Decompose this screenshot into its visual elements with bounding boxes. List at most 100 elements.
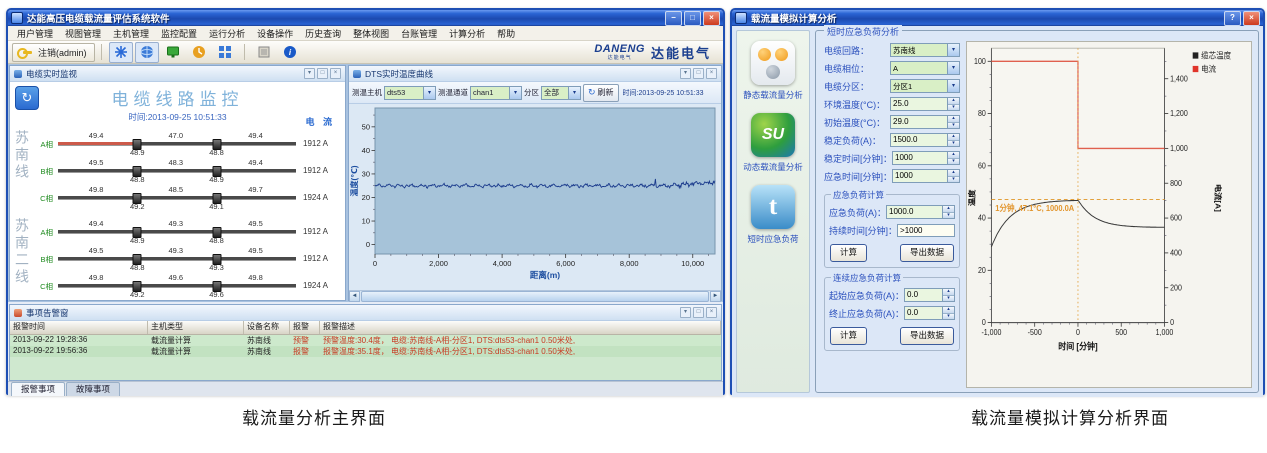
history-icon[interactable]: [187, 42, 211, 63]
globe-icon[interactable]: [135, 42, 159, 63]
alarm-row[interactable]: 2013-09-22 19:56:36载流量计算苏南线报警报警温度:35.1度，…: [10, 346, 721, 357]
combo-box[interactable]: A▾: [890, 61, 960, 75]
info-icon[interactable]: i: [278, 42, 302, 63]
panel-maximize-icon[interactable]: □: [317, 68, 328, 79]
tab-item[interactable]: 故障事项: [66, 382, 120, 396]
spinner[interactable]: 29.0▴▾: [890, 115, 960, 129]
panel-maximize-icon[interactable]: □: [693, 307, 704, 318]
spin-down-icon[interactable]: ▾: [948, 158, 959, 165]
alarm-row[interactable]: 2013-09-22 19:28:36载流量计算苏南线预警预警温度:30.4度，…: [10, 335, 721, 346]
refresh-fab-button[interactable]: ↻: [15, 86, 39, 110]
menu-item[interactable]: 视图管理: [59, 27, 107, 40]
panel-minimize-icon[interactable]: ▾: [680, 68, 691, 79]
combo-box[interactable]: 苏南线▾: [890, 43, 960, 57]
help-button[interactable]: ?: [1224, 11, 1241, 26]
cable-row[interactable]: A相49.449.349.548.948.81912 A: [31, 218, 345, 245]
panel-minimize-icon[interactable]: ▾: [304, 68, 315, 79]
scroll-thumb[interactable]: [361, 291, 709, 302]
close-button[interactable]: ×: [703, 11, 720, 26]
spin-down-icon[interactable]: ▾: [943, 313, 954, 320]
spin-down-icon[interactable]: ▾: [948, 104, 959, 111]
sidebar-item[interactable]: 静态载流量分析: [743, 41, 803, 101]
panel-close-icon[interactable]: ×: [706, 68, 717, 79]
menu-item[interactable]: 台账管理: [395, 27, 443, 40]
menu-item[interactable]: 用户管理: [11, 27, 59, 40]
titlebar[interactable]: 达能高压电缆载流量评估系统软件 − □ ×: [8, 10, 723, 26]
alarm-cell-level: 预警: [290, 335, 320, 346]
scroll-left-arrow[interactable]: ◄: [349, 291, 360, 302]
spin-down-icon[interactable]: ▾: [948, 176, 959, 183]
sim-chart-svg: 02040608010002004006008001,0001,2001,400…: [967, 42, 1251, 387]
chevron-down-icon[interactable]: ▾: [947, 44, 959, 56]
alarm-column-header[interactable]: 报警描述: [320, 321, 721, 334]
emergency-load-icon[interactable]: t: [751, 185, 795, 229]
horizontal-scrollbar[interactable]: ◄ ►: [349, 290, 721, 302]
monitor-icon[interactable]: [161, 42, 185, 63]
menu-item[interactable]: 整体视图: [347, 27, 395, 40]
chevron-down-icon[interactable]: ▾: [947, 80, 959, 92]
chevron-down-icon[interactable]: ▾: [947, 62, 959, 74]
spin-down-icon[interactable]: ▾: [943, 212, 954, 219]
cable-row[interactable]: C相49.849.649.849.249.61924 A: [31, 272, 345, 299]
titlebar[interactable]: 载流量模拟计算分析 ? ×: [732, 10, 1263, 26]
menu-item[interactable]: 运行分析: [203, 27, 251, 40]
alarm-column-header[interactable]: 主机类型: [148, 321, 244, 334]
dts-host-select[interactable]: dts53 ▾: [384, 86, 436, 100]
restore-button[interactable]: □: [684, 11, 701, 26]
tab-item[interactable]: 报警事项: [11, 382, 65, 396]
spinner[interactable]: 0.0▴▾: [904, 288, 955, 302]
export-button[interactable]: 导出数据: [900, 244, 954, 262]
menu-item[interactable]: 计算分析: [443, 27, 491, 40]
spin-down-icon[interactable]: ▾: [948, 122, 959, 129]
cable-row[interactable]: B相49.549.349.548.849.31912 A: [31, 245, 345, 272]
snowflake-icon[interactable]: [109, 42, 133, 63]
panel-close-icon[interactable]: ×: [330, 68, 341, 79]
dynamic-analysis-icon[interactable]: SU: [751, 113, 795, 157]
close-button[interactable]: ×: [1243, 11, 1260, 26]
spinner[interactable]: 1000▴▾: [892, 169, 960, 183]
chevron-down-icon[interactable]: ▾: [509, 87, 521, 99]
spin-down-icon[interactable]: ▾: [943, 295, 954, 302]
sidebar-item[interactable]: t短时应急负荷: [747, 185, 798, 245]
spinner[interactable]: 1500.0▴▾: [890, 133, 960, 147]
chevron-down-icon[interactable]: ▾: [423, 87, 435, 99]
panel-maximize-icon[interactable]: □: [693, 68, 704, 79]
combo-box[interactable]: 分区1▾: [890, 79, 960, 93]
dts-zone-select[interactable]: 全部 ▾: [541, 86, 581, 100]
logout-button[interactable]: 注销(admin): [12, 43, 95, 62]
spinner[interactable]: 0.0▴▾: [904, 306, 955, 320]
scroll-right-arrow[interactable]: ►: [710, 291, 721, 302]
alarm-column-header[interactable]: 报警时间: [10, 321, 148, 334]
cable-row[interactable]: B相49.548.349.448.848.91912 A: [31, 157, 345, 184]
menu-item[interactable]: 主机管理: [107, 27, 155, 40]
sidebar-item[interactable]: SU动态载流量分析: [743, 113, 803, 173]
menu-item[interactable]: 历史查询: [299, 27, 347, 40]
calc-button[interactable]: 计算: [830, 244, 867, 262]
export-button[interactable]: 导出数据: [900, 327, 954, 345]
spinner[interactable]: 1000▴▾: [892, 151, 960, 165]
ledger-icon[interactable]: [252, 42, 276, 63]
calc-button[interactable]: 计算: [830, 327, 867, 345]
static-analysis-icon[interactable]: [751, 41, 795, 85]
refresh-button[interactable]: ↻ 刷新: [583, 84, 619, 102]
alarm-column-header[interactable]: 设备名称: [244, 321, 290, 334]
minimize-button[interactable]: −: [665, 11, 682, 26]
panel-close-icon[interactable]: ×: [706, 307, 717, 318]
text-field[interactable]: >1000: [897, 224, 955, 237]
spinner[interactable]: 25.0▴▾: [890, 97, 960, 111]
chevron-down-icon[interactable]: ▾: [568, 87, 580, 99]
panel-minimize-icon[interactable]: ▾: [680, 307, 691, 318]
menu-item[interactable]: 监控配置: [155, 27, 203, 40]
spinner[interactable]: 1000.0▴▾: [886, 205, 955, 219]
sim-chart[interactable]: 02040608010002004006008001,0001,2001,400…: [967, 42, 1251, 387]
grid-view-icon[interactable]: [213, 42, 237, 63]
dts-channel-select[interactable]: chan1 ▾: [470, 86, 522, 100]
spin-down-icon[interactable]: ▾: [948, 140, 959, 147]
menu-item[interactable]: 帮助: [491, 27, 521, 40]
dts-chart[interactable]: 0102030405002,0004,0006,0008,00010,000温度…: [349, 104, 721, 290]
menu-item[interactable]: 设备操作: [251, 27, 299, 40]
alarm-column-header[interactable]: 报警: [290, 321, 320, 334]
spinner-value: 1000: [893, 152, 947, 164]
cable-row[interactable]: A相49.447.049.448.948.81912 A: [31, 130, 345, 157]
cable-row[interactable]: C相49.848.549.749.249.11924 A: [31, 184, 345, 211]
